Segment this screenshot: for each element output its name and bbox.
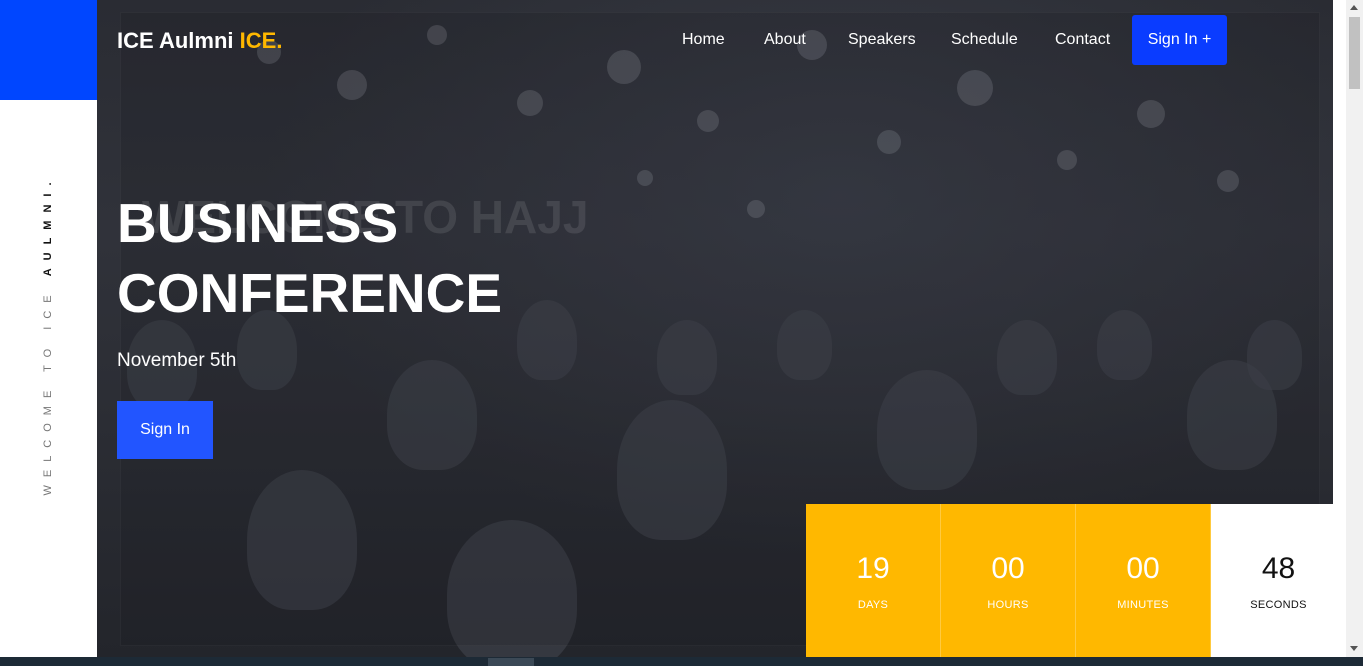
countdown-timer: 19 DAYS 00 HOURS 00 MINUTES 48 SECONDS xyxy=(806,504,1346,657)
countdown-seconds-value: 48 xyxy=(1261,551,1296,585)
countdown-minutes-label: MINUTES xyxy=(1117,598,1169,611)
os-taskbar xyxy=(0,657,1363,666)
hero-title-line1: BUSINESS xyxy=(117,192,399,254)
nav-schedule[interactable]: Schedule xyxy=(951,31,1018,49)
countdown-seconds: 48 SECONDS xyxy=(1211,504,1346,657)
countdown-seconds-label: SECONDS xyxy=(1250,598,1307,611)
countdown-minutes-value: 00 xyxy=(1126,551,1160,585)
countdown-hours-label: HOURS xyxy=(987,598,1029,611)
welcome-vertical-text: WELCOME TO ICE AULMNI. xyxy=(42,174,54,495)
scrollbar-thumb[interactable] xyxy=(1349,17,1360,89)
nav-home[interactable]: Home xyxy=(682,31,725,49)
countdown-hours-value: 00 xyxy=(991,551,1025,585)
welcome-text: WELCOME TO ICE xyxy=(42,276,54,496)
hero-title-line2: CONFERENCE xyxy=(117,262,503,324)
nav-signin-button[interactable]: Sign In + xyxy=(1132,15,1227,65)
left-accent-block xyxy=(0,0,97,100)
event-date: November 5th xyxy=(117,350,237,371)
welcome-text-bold: AULMNI. xyxy=(42,174,54,277)
hero-signin-button[interactable]: Sign In xyxy=(117,401,213,459)
countdown-days: 19 DAYS xyxy=(806,504,941,657)
left-rail: WELCOME TO ICE AULMNI. xyxy=(0,0,97,657)
page-scrollbar[interactable] xyxy=(1346,0,1363,657)
countdown-minutes: 00 MINUTES xyxy=(1076,504,1211,657)
nav-about[interactable]: About xyxy=(764,31,806,49)
taskbar-app-icon[interactable] xyxy=(488,658,534,666)
nav-speakers[interactable]: Speakers xyxy=(848,31,916,49)
countdown-days-label: DAYS xyxy=(857,598,889,611)
scroll-down-arrow-icon[interactable] xyxy=(1350,646,1358,651)
scroll-up-arrow-icon[interactable] xyxy=(1350,5,1358,10)
nav-contact[interactable]: Contact xyxy=(1055,31,1110,49)
countdown-days-value: 19 xyxy=(856,551,890,585)
countdown-hours: 00 HOURS xyxy=(941,504,1076,657)
hero-title: BUSINESS CONFERENCE xyxy=(117,188,502,328)
